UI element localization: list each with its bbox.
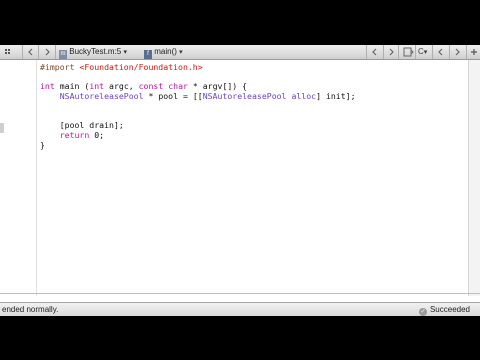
code-line[interactable]: #import <Foundation/Foundation.h> <box>40 62 356 73</box>
chevron-icon: ▾ <box>179 49 183 56</box>
code-token: NSAutoreleasePool <box>59 91 144 102</box>
objc-file-icon: m <box>59 50 67 59</box>
letterbox-bottom <box>0 316 480 360</box>
code-token: NSAutoreleasePool <box>202 91 287 102</box>
vertical-scrollbar[interactable] <box>468 60 480 296</box>
jump-bar-file[interactable]: m BuckyTest.m:5 ▾ <box>59 45 127 59</box>
xcode-window: m BuckyTest.m:5 ▾ f main() ▾ C▾ #import … <box>0 45 480 316</box>
console-output: ended normally. <box>2 305 59 314</box>
code-line[interactable]: NSAutoreleasePool * pool = [[NSAutorelea… <box>40 91 356 102</box>
jump-bar-function[interactable]: f main() ▾ <box>144 45 183 59</box>
function-icon: f <box>144 50 152 59</box>
status-check-icon: ✓ <box>418 308 427 316</box>
build-status-label: Succeeded <box>429 305 470 314</box>
code-token: 0; <box>89 129 105 140</box>
code-token: main ( <box>54 81 90 92</box>
code-token: argc, <box>104 81 139 92</box>
build-status: ✓ Succeeded <box>418 304 470 316</box>
code-token: #import <box>40 62 80 72</box>
previous-issue-button[interactable] <box>436 45 446 59</box>
code-token: } <box>40 139 45 150</box>
code-token: return <box>59 129 90 140</box>
chevron-icon: ▾ <box>123 49 127 56</box>
debug-status-bar: ended normally. ✓ Succeeded <box>0 302 480 316</box>
chevron-icon: ▾ <box>423 49 428 56</box>
code-token: int <box>89 81 105 92</box>
jump-bar: m BuckyTest.m:5 ▾ f main() ▾ C▾ <box>0 45 480 60</box>
code-line[interactable] <box>40 102 356 112</box>
add-editor-button[interactable] <box>470 45 478 59</box>
back-button[interactable] <box>27 45 35 59</box>
forward-history-button[interactable] <box>386 45 396 59</box>
code-line[interactable]: return 0; <box>40 129 356 141</box>
jump-bar-file-label: BuckyTest.m:5 <box>69 47 122 56</box>
code-token: char <box>168 81 188 92</box>
line-number-gutter[interactable] <box>0 60 37 296</box>
jump-bar-function-label: main() <box>154 47 177 56</box>
code-token: int <box>40 81 55 92</box>
code-token: <Foundation/Foundation.h> <box>79 62 203 72</box>
back-history-button[interactable] <box>370 45 380 59</box>
code-text[interactable]: #import <Foundation/Foundation.h> int ma… <box>40 62 356 151</box>
forward-button[interactable] <box>43 45 51 59</box>
related-files-button[interactable]: C▾ <box>418 45 427 59</box>
code-token: alloc <box>291 91 317 102</box>
counterparts-button[interactable] <box>402 45 414 59</box>
source-editor[interactable]: #import <Foundation/Foundation.h> int ma… <box>0 60 468 296</box>
code-token: [pool drain]; <box>40 120 124 131</box>
window-edge-marker <box>0 123 4 133</box>
related-items-icon[interactable] <box>4 45 14 59</box>
code-token: * pool = [[ <box>143 91 203 102</box>
code-line[interactable]: } <box>40 139 356 151</box>
letterbox-top <box>0 0 480 45</box>
console-divider[interactable] <box>0 293 480 294</box>
code-token: const <box>138 81 164 92</box>
code-token: * argv[]) { <box>187 81 248 92</box>
code-token: ] init]; <box>316 91 356 102</box>
next-issue-button[interactable] <box>452 45 462 59</box>
